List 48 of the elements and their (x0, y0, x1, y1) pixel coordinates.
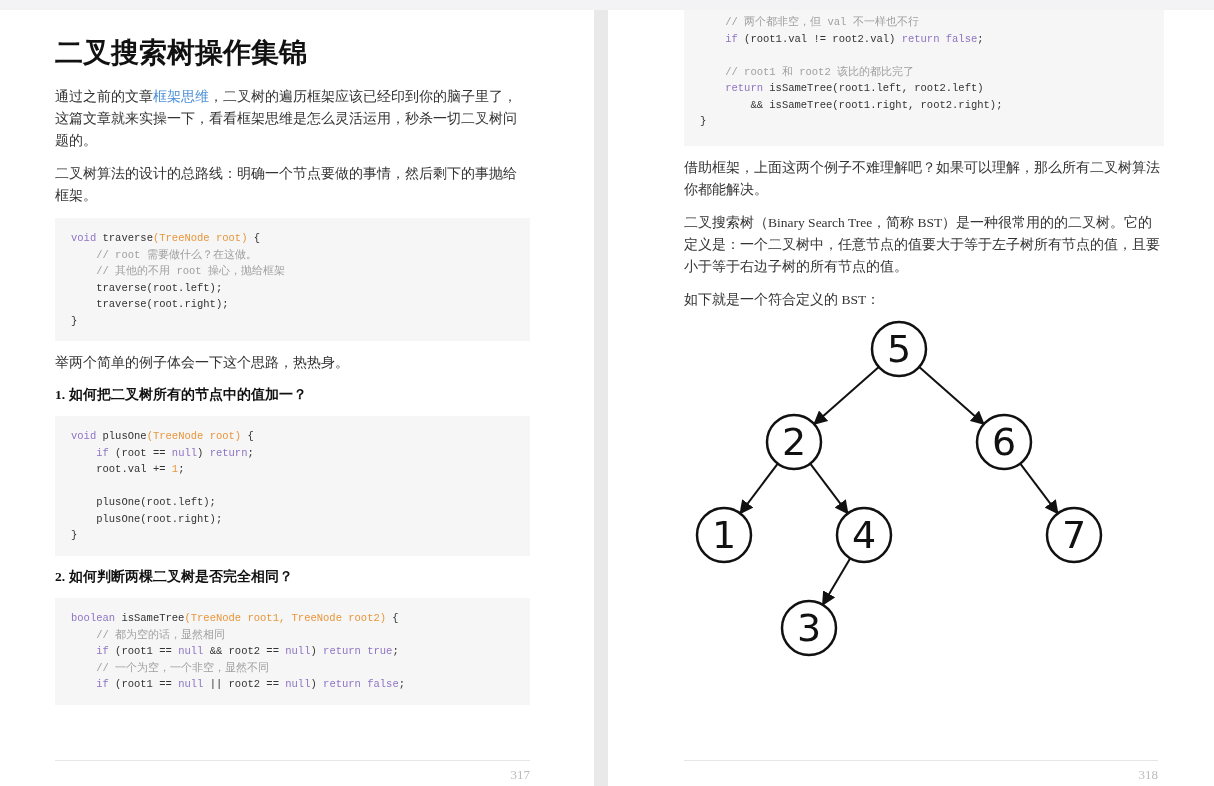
code-line: if (root1 == null || root2 == null) return false; (95, 677, 406, 692)
code-line: root.val += 1; (95, 462, 185, 478)
tree-edge-arrow (813, 365, 880, 425)
code-line: if (root == null) return; (95, 445, 254, 461)
paragraph: 举两个简单的例子体会一下这个思路，热热身。 (55, 354, 350, 372)
code-line: boolean isSameTree(TreeNode root1, TreeNode root2) { (71, 611, 399, 626)
page-number: 318 (1138, 765, 1158, 784)
tree-edge-arrow (739, 462, 779, 515)
code-line: void plusOne(TreeNode root) { (71, 429, 254, 445)
article-link[interactable]: 框架思维 (153, 89, 209, 104)
tree-node: 7 (1045, 506, 1103, 563)
tree-node: 6 (975, 413, 1033, 470)
code-line: traverse(root.left); (95, 280, 223, 296)
tree-node: 5 (870, 320, 928, 377)
code-line: plusOne(root.right); (95, 511, 223, 527)
paragraph: 二叉搜索树（Binary Search Tree，简称 BST）是一种很常用的的二叉树。它的定义是：一个二叉树中，任意节点的值要大于等于左子树所有节点的值，且要小于等于右边子树的所有节点的值。 (684, 213, 1161, 276)
code-line: } (71, 313, 78, 329)
paragraph: 二叉树算法的设计的总路线：明确一个节点要做的事情，然后剩下的事抛给框架。 (55, 165, 518, 205)
code-line: return isSameTree(root1.left, root2.left) (724, 81, 984, 96)
code-line: // 两个都非空，但 val 不一样也不行 (724, 15, 919, 30)
code-line: } (71, 528, 78, 544)
code-line: && isSameTree(root1.right, root2.right); (749, 97, 1003, 113)
tree-edge-arrow (918, 365, 985, 425)
code-line: // root 需要做什么？在这做。 (95, 247, 257, 263)
code-line: if (root1 == null && root2 == null) return true; (95, 644, 399, 659)
section-heading: 2. 如何判断两棵二叉树是否完全相同？ (55, 567, 294, 586)
page-number: 317 (510, 765, 530, 784)
tree-edge-arrow (1019, 462, 1059, 515)
tree-edge-arrow (821, 556, 852, 606)
code-line: // root1 和 root2 该比的都比完了 (724, 64, 915, 80)
paragraph: 通过之前的文章框架思维，二叉树的遍历框架应该已经印到你的脑子里了，这篇文章就来实操一下，看看框架思维是怎么灵活运用，秒杀一切二叉树问题的。 (55, 88, 518, 150)
section-heading: 1. 如何把二叉树所有的节点中的值加一？ (55, 386, 308, 404)
paragraph: 如下就是一个符合定义的 BST： (684, 290, 882, 309)
tree-node: 2 (765, 413, 823, 470)
code-line: // 都为空的话，显然相同 (95, 627, 226, 643)
code-line: traverse(root.right); (95, 297, 229, 312)
tree-node: 4 (835, 506, 893, 563)
code-line: // 其他的不用 root 操心，抛给框架 (95, 264, 285, 279)
tree-node: 3 (780, 599, 838, 656)
tree-node: 1 (695, 506, 753, 563)
page-title: 二叉搜索树操作集锦 (55, 36, 308, 70)
code-line: if (root1.val != root2.val) return false; (724, 31, 984, 47)
code-line: } (700, 114, 707, 129)
code-line: // 一个为空，一个非空，显然不同 (95, 660, 270, 676)
paragraph: 借助框架，上面这两个例子不难理解吧？如果可以理解，那么所有二叉树算法你都能解决。 (684, 158, 1161, 199)
code-line: plusOne(root.left); (95, 495, 216, 511)
code-line: void traverse(TreeNode root) { (71, 231, 261, 246)
tree-edge-arrow (809, 462, 849, 515)
